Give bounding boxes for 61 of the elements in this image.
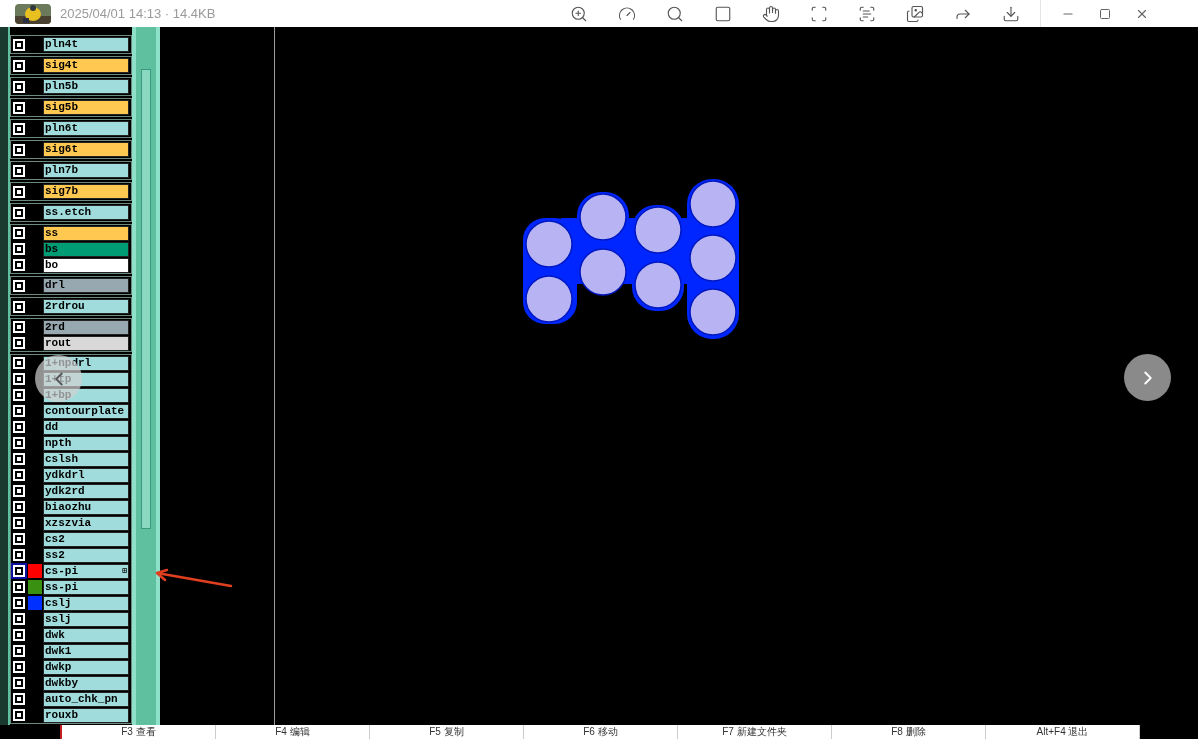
layer-name[interactable]: ydkdrl bbox=[43, 467, 129, 483]
layer-name[interactable]: pln5b bbox=[43, 79, 129, 94]
layer-name[interactable]: biaozhu bbox=[43, 499, 129, 515]
layer-name[interactable]: ss bbox=[43, 225, 129, 241]
gauge-icon[interactable] bbox=[618, 4, 637, 23]
scan-icon[interactable] bbox=[810, 4, 829, 23]
download-icon[interactable] bbox=[1002, 4, 1021, 23]
images-icon[interactable] bbox=[906, 4, 925, 23]
layer-name[interactable]: 2rdrou bbox=[43, 299, 129, 314]
function-key-button[interactable]: F4 编辑 bbox=[216, 725, 370, 739]
layer-name[interactable]: cs-pi ⊞ bbox=[43, 563, 129, 579]
layer-name[interactable]: sig6t bbox=[43, 142, 129, 157]
layer-name[interactable]: ydk2rd bbox=[43, 483, 129, 499]
layer-name[interactable]: cslj bbox=[43, 595, 129, 611]
layer-name[interactable]: 2rd bbox=[43, 319, 129, 335]
file-info: 2025/04/01 14:13 · 14.4KB bbox=[60, 4, 216, 23]
layer-name[interactable]: sig5b bbox=[43, 100, 129, 115]
layer-name[interactable]: bs bbox=[43, 241, 129, 257]
layer-name[interactable]: dwk1 bbox=[43, 643, 129, 659]
layer-name[interactable]: pln6t bbox=[43, 121, 129, 136]
layer-name[interactable]: dd bbox=[43, 419, 129, 435]
search-icon[interactable] bbox=[666, 4, 685, 23]
function-key-button[interactable]: F6 移动 bbox=[524, 725, 678, 739]
layer-name[interactable]: cs2 bbox=[43, 531, 129, 547]
scan-text-icon[interactable] bbox=[858, 4, 877, 23]
hand-icon[interactable] bbox=[762, 4, 781, 23]
color-swatch[interactable] bbox=[28, 580, 42, 594]
layer-name[interactable]: pln7b bbox=[43, 163, 129, 178]
function-key-button[interactable]: F3 查看 bbox=[62, 725, 216, 739]
square-icon[interactable] bbox=[714, 4, 733, 23]
layer-name[interactable]: ss.etch bbox=[43, 205, 129, 220]
color-swatch[interactable] bbox=[28, 564, 42, 578]
zoom-in-icon[interactable] bbox=[570, 4, 589, 23]
function-key-button[interactable]: F8 删除 bbox=[832, 725, 986, 739]
layer-name[interactable]: dwk bbox=[43, 627, 129, 643]
function-key-button[interactable]: Alt+F4 退出 bbox=[986, 725, 1140, 739]
layer-name[interactable]: sslj bbox=[43, 611, 129, 627]
layer-name[interactable]: drl bbox=[43, 278, 129, 293]
layer-name[interactable]: npth bbox=[43, 435, 129, 451]
layer-name[interactable]: ss2 bbox=[43, 547, 129, 563]
layer-name[interactable]: ss-pi bbox=[43, 579, 129, 595]
layer-name[interactable]: sig4t bbox=[43, 58, 129, 73]
layer-name[interactable]: bo bbox=[43, 257, 129, 273]
layer-name[interactable]: pln4t bbox=[43, 37, 129, 52]
expand-mark[interactable]: ⊞ bbox=[122, 567, 128, 575]
layer-name[interactable]: dwkby bbox=[43, 675, 129, 691]
scrollbar[interactable] bbox=[132, 27, 160, 725]
layer-name[interactable]: rout bbox=[43, 335, 129, 351]
layer-name[interactable]: xzszvia bbox=[43, 515, 129, 531]
layer-name[interactable]: cslsh bbox=[43, 451, 129, 467]
function-key-button[interactable]: F5 复制 bbox=[370, 725, 524, 739]
maximize-icon[interactable] bbox=[1099, 7, 1112, 20]
layer-name[interactable]: rouxb bbox=[43, 707, 129, 723]
layer-name[interactable]: auto_chk_pn bbox=[43, 691, 129, 707]
layer-name[interactable]: dwkp bbox=[43, 659, 129, 675]
function-key-button[interactable]: F7 新建文件夹 bbox=[678, 725, 832, 739]
scrollbar-thumb[interactable] bbox=[141, 69, 151, 529]
layer-name[interactable]: contourplate bbox=[43, 403, 129, 419]
color-swatch[interactable] bbox=[28, 596, 42, 610]
next-button[interactable] bbox=[1124, 354, 1171, 401]
layer-name[interactable]: sig7b bbox=[43, 184, 129, 199]
